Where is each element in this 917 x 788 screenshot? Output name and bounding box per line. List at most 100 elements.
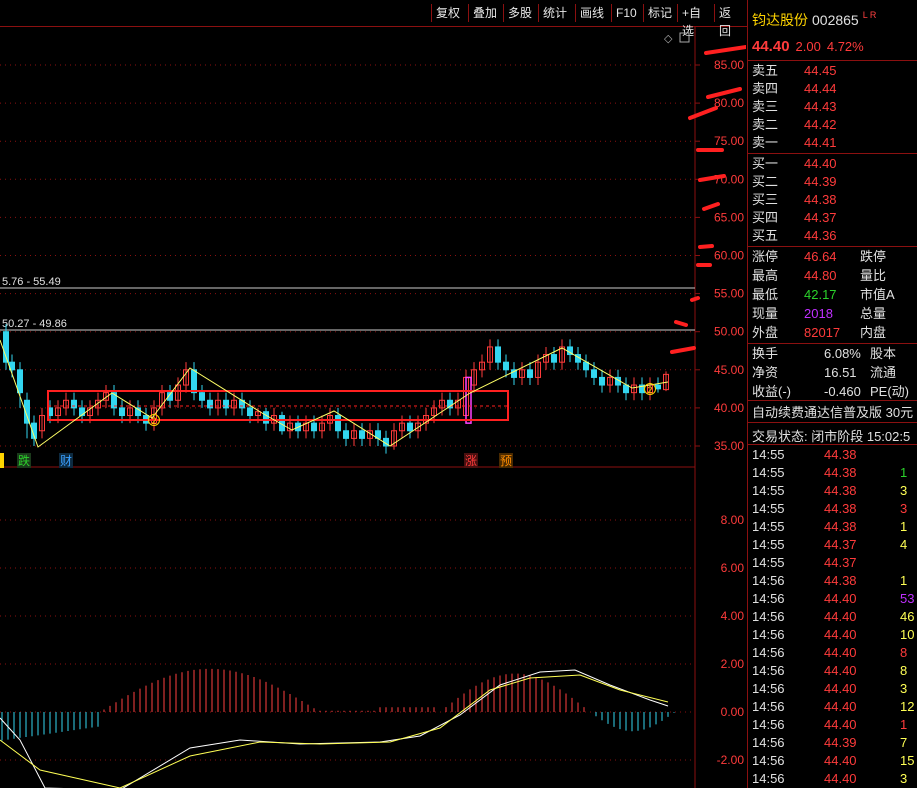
- trade-row: 14:55 44.38: [752, 446, 900, 464]
- trade-volume: 8: [900, 645, 908, 660]
- price-axis-label: 80.00: [714, 96, 744, 110]
- candle-body: [199, 392, 205, 401]
- trade-volume: 3: [900, 681, 908, 696]
- toolbar-button-8[interactable]: 返回: [714, 4, 745, 38]
- trade-row: 14:55 44.38 3: [752, 482, 907, 500]
- stat-label-2: 内盘: [860, 325, 887, 340]
- ask-price: 44.41: [804, 135, 837, 150]
- ask-row: 卖二 44.42: [752, 116, 864, 134]
- bid-row: 买一 44.40: [752, 155, 864, 173]
- window-icon: [679, 32, 690, 43]
- trade-status: 交易状态: 闭市阶段 15:02:5: [752, 429, 911, 444]
- trade-volume: 1: [900, 573, 908, 588]
- diamond-icon: ◇: [664, 33, 673, 45]
- trade-time: 14:55: [752, 465, 785, 480]
- stat-row: 外盘 82017 内盘: [752, 324, 886, 342]
- toolbar-button-5[interactable]: F10: [611, 4, 642, 22]
- trade-time: 14:56: [752, 573, 785, 588]
- stat-row: 收益(-) -0.460 PE(动): [752, 383, 909, 401]
- kline-chart-area[interactable]: 85.00 80.00 75.00 70.00 65.00 60.00 55.00 50.00…: [0, 27, 746, 788]
- toolbar-button-2[interactable]: 多股: [503, 4, 537, 22]
- trade-row: 14:55 44.38 3: [752, 500, 907, 518]
- circle-mark-label: 2: [151, 416, 156, 426]
- stock-name: 钧达股份: [752, 12, 808, 28]
- trade-price: 44.40: [824, 627, 857, 642]
- trade-time: 14:56: [752, 645, 785, 660]
- trade-volume: 46: [900, 609, 915, 624]
- toolbar-button-1[interactable]: 叠加: [468, 4, 502, 22]
- trade-time: 14:56: [752, 681, 785, 696]
- trade-time: 14:55: [752, 501, 785, 516]
- event-marker: 跌: [18, 453, 30, 468]
- circle-mark-label: 2: [647, 385, 652, 395]
- trade-row: 14:56 44.40 10: [752, 626, 914, 644]
- candle-body: [223, 399, 229, 409]
- toolbar-button-7[interactable]: +自选: [677, 4, 713, 38]
- stat-label-2: 总量: [860, 306, 887, 321]
- last-price: 44.40: [752, 38, 790, 55]
- trade-volume: 53: [900, 591, 915, 606]
- candle-body: [335, 415, 341, 432]
- event-marker: 财: [60, 454, 72, 468]
- trade-row: 14:55 44.38 1: [752, 518, 907, 536]
- trade-row: 14:56 44.40 3: [752, 770, 907, 788]
- trade-time: 14:56: [752, 771, 785, 786]
- trade-volume: 4: [900, 537, 908, 552]
- level-label: 5.76 - 55.49: [2, 276, 61, 288]
- ask-price: 44.42: [804, 117, 837, 132]
- price-axis-label: 70.00: [714, 172, 744, 186]
- trade-price: 44.40: [824, 645, 857, 660]
- ask-row: 卖五 44.45: [752, 62, 864, 80]
- stat-value: -0.460: [824, 384, 861, 399]
- trade-price: 44.38: [824, 501, 857, 516]
- trade-row: 14:56 44.40 1: [752, 716, 907, 734]
- event-marker-edge: [0, 453, 4, 468]
- candle-body: [71, 399, 77, 409]
- price-axis-label: 45.00: [714, 363, 744, 377]
- trade-volume: 7: [900, 735, 908, 750]
- trade-time: 14:56: [752, 591, 785, 606]
- trade-price: 44.37: [824, 555, 857, 570]
- toolbar-button-4[interactable]: 画线: [575, 4, 610, 22]
- annotation-slash: [670, 346, 696, 354]
- stat-label: 最低: [752, 287, 779, 302]
- toolbar-button-6[interactable]: 标记: [643, 4, 676, 22]
- ask-label: 卖二: [752, 117, 779, 132]
- stat-row: 最低 42.17 市值A: [752, 286, 895, 304]
- event-marker: 预: [500, 454, 512, 468]
- trade-volume: 15: [900, 753, 915, 768]
- stat-label: 外盘: [752, 325, 779, 340]
- macd-axis-label: 4.00: [721, 609, 745, 623]
- stat-label: 现量: [752, 306, 779, 321]
- trade-row: 14:55 44.38 1: [752, 464, 907, 482]
- trade-volume: 8: [900, 663, 908, 678]
- candle-body: [343, 430, 349, 439]
- trade-row: 14:56 44.40 8: [752, 644, 907, 662]
- trade-price: 44.38: [824, 573, 857, 588]
- candle-body: [191, 369, 197, 394]
- stat-label-2: 跌停: [860, 249, 887, 264]
- stat-value: 16.51: [824, 365, 857, 380]
- macd-axis-label: 2.00: [721, 657, 745, 671]
- annotation-slash: [704, 45, 746, 55]
- trade-row: 14:56 44.40 12: [752, 698, 914, 716]
- candle-body: [583, 361, 589, 371]
- ad-ticker[interactable]: 自动续费通达信普及版 30元: [752, 402, 913, 421]
- trade-time: 14:55: [752, 519, 785, 534]
- trade-price: 44.38: [824, 483, 857, 498]
- macd-axis-label: 6.00: [721, 561, 745, 575]
- kline-chart-svg[interactable]: 85.00 80.00 75.00 70.00 65.00 60.00 55.00 50.00…: [0, 27, 746, 788]
- price-line: 44.40 2.00 4.72%: [752, 38, 864, 55]
- toolbar-button-3[interactable]: 统计: [538, 4, 574, 22]
- ask-price: 44.45: [804, 63, 837, 78]
- macd-axis-label: 8.00: [721, 513, 745, 527]
- zigzag-line: [0, 339, 669, 448]
- candle-body: [527, 369, 533, 378]
- stat-label-2: 流通: [870, 365, 897, 380]
- stat-row: 净资 16.51 流通: [752, 364, 896, 382]
- ask-row: 卖一 44.41: [752, 134, 864, 152]
- ask-price: 44.44: [804, 81, 837, 96]
- candle-body: [599, 376, 605, 386]
- toolbar-button-0[interactable]: 复权: [431, 4, 467, 22]
- trade-price: 44.40: [824, 771, 857, 786]
